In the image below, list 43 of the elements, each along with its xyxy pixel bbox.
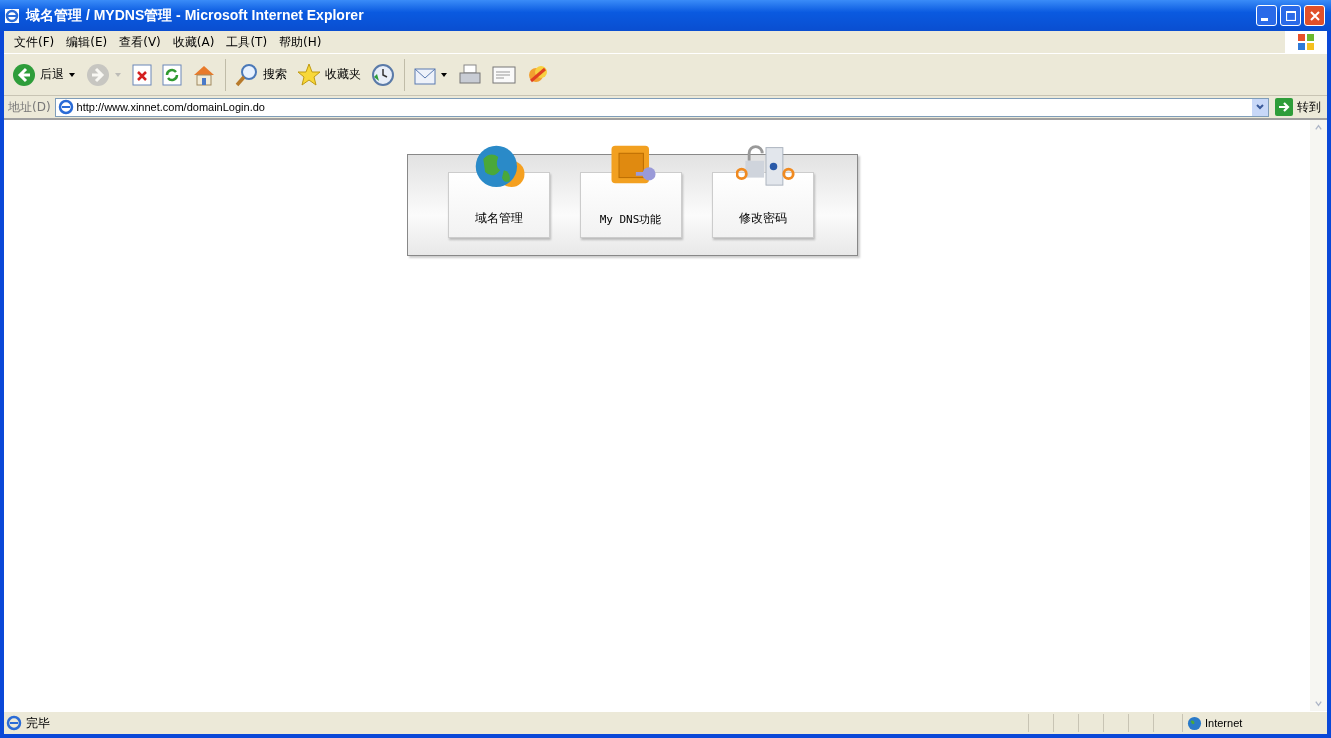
globe-icon (1187, 715, 1202, 731)
scroll-up-icon[interactable] (1314, 123, 1323, 132)
maximize-button[interactable] (1280, 5, 1301, 26)
maximize-icon (1285, 10, 1296, 21)
address-label: 地址(D) (8, 98, 51, 116)
search-icon (235, 62, 259, 87)
caret-icon (1255, 102, 1265, 112)
printer-icon (458, 62, 482, 87)
close-icon (1309, 10, 1320, 21)
menu-tile[interactable]: 域名管理 (447, 172, 550, 238)
menu-item[interactable]: 编辑(E) (60, 33, 114, 51)
menu-item[interactable]: 帮助(H) (273, 33, 328, 51)
back-button[interactable]: 后退 (8, 60, 80, 89)
minimize-icon (1261, 17, 1268, 21)
browser-icon (4, 7, 20, 24)
page-icon (6, 715, 22, 731)
menu-item[interactable]: 查看(V) (113, 33, 167, 51)
menu-item[interactable]: 工具(T) (220, 33, 274, 51)
menu-tile[interactable]: 修改密码 (711, 172, 814, 238)
menu-item[interactable]: 收藏(A) (166, 33, 221, 51)
star-icon (297, 62, 321, 87)
menu-item[interactable]: 文件(F) (8, 33, 61, 51)
search-button[interactable]: 搜索 (231, 60, 291, 89)
window-title: 域名管理 / MYDNS管理 - Microsoft Internet Explorer (26, 6, 364, 25)
scroll-down-icon[interactable] (1314, 699, 1323, 708)
vertical-scrollbar[interactable] (1310, 120, 1327, 711)
caret-icon (68, 70, 76, 79)
refresh-icon (162, 63, 182, 86)
dropdown-button[interactable] (1252, 98, 1268, 116)
page-icon (57, 99, 74, 115)
caret-icon (440, 70, 448, 79)
address-field[interactable]: http://www.xinnet.com/domainLogin.do (54, 97, 1269, 117)
close-button[interactable] (1304, 5, 1325, 26)
menu-tile[interactable]: My DNS功能 (579, 172, 682, 238)
stop-icon (132, 63, 152, 86)
caret-icon (114, 70, 122, 79)
status-text: 完毕 (26, 714, 50, 732)
go-button[interactable]: 转到 (1273, 98, 1323, 116)
right-arrow-icon (1275, 98, 1293, 116)
clock-icon (371, 62, 395, 87)
zone-text: Internet (1205, 717, 1243, 729)
favorites-button[interactable]: 收藏夹 (293, 60, 365, 89)
minimize-button[interactable] (1256, 5, 1277, 26)
